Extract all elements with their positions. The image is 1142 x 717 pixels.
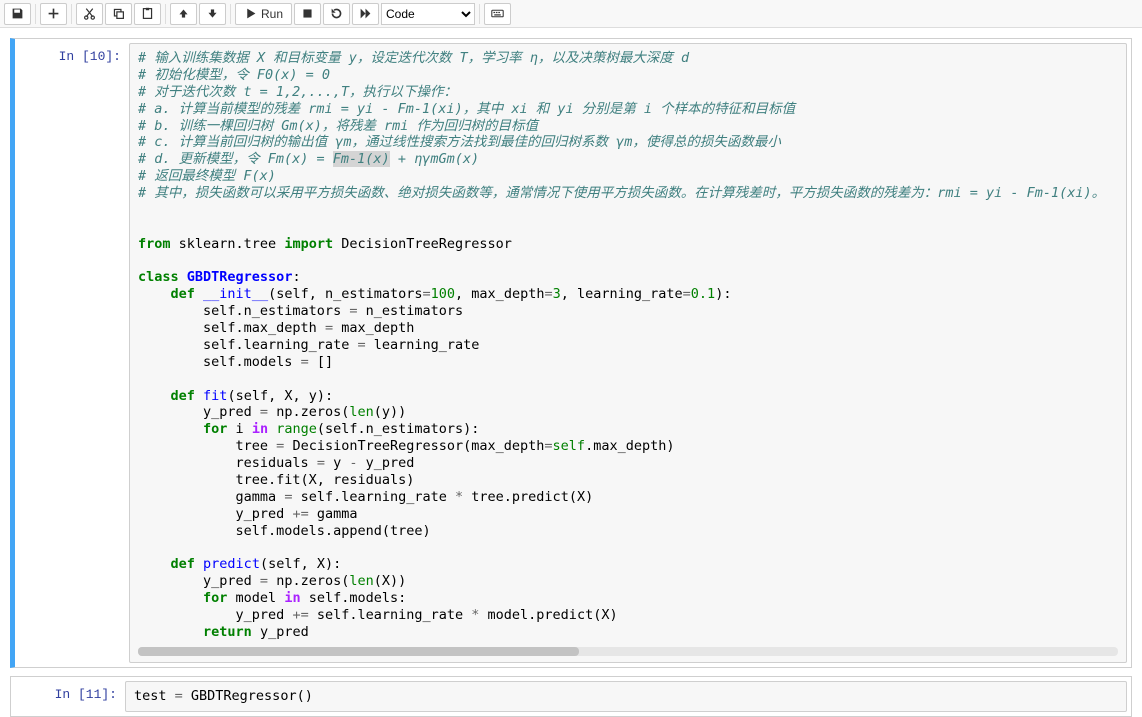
add-cell-button[interactable] xyxy=(40,3,67,25)
move-down-button[interactable] xyxy=(199,3,226,25)
input-prompt: In [10]: xyxy=(19,43,129,663)
interrupt-button[interactable] xyxy=(294,3,321,25)
separator xyxy=(35,4,36,24)
paste-button[interactable] xyxy=(134,3,161,25)
restart-button[interactable] xyxy=(323,3,350,25)
restart-run-all-button[interactable] xyxy=(352,3,379,25)
cut-button[interactable] xyxy=(76,3,103,25)
horizontal-scrollbar[interactable] xyxy=(138,647,1118,656)
separator xyxy=(230,4,231,24)
code-input-area[interactable]: test = GBDTRegressor() xyxy=(125,681,1127,712)
run-label: Run xyxy=(261,7,283,21)
move-up-button[interactable] xyxy=(170,3,197,25)
command-palette-button[interactable] xyxy=(484,3,511,25)
scrollbar-thumb[interactable] xyxy=(138,647,579,656)
separator xyxy=(71,4,72,24)
code-content[interactable]: # 输入训练集数据 X 和目标变量 y，设定迭代次数 T，学习率 η，以及决策树… xyxy=(138,50,1118,641)
cell-type-select[interactable]: Code xyxy=(381,3,475,25)
code-cell[interactable]: In [11]: test = GBDTRegressor() xyxy=(10,676,1132,717)
code-cell[interactable]: In [10]: # 输入训练集数据 X 和目标变量 y，设定迭代次数 T，学习… xyxy=(10,38,1132,668)
code-input-area[interactable]: # 输入训练集数据 X 和目标变量 y，设定迭代次数 T，学习率 η，以及决策树… xyxy=(129,43,1127,663)
notebook-area: In [10]: # 输入训练集数据 X 和目标变量 y，设定迭代次数 T，学习… xyxy=(0,28,1142,717)
separator xyxy=(479,4,480,24)
input-prompt: In [11]: xyxy=(15,681,125,712)
separator xyxy=(165,4,166,24)
toolbar: Run Code xyxy=(0,0,1142,28)
run-button[interactable]: Run xyxy=(235,3,292,25)
save-button[interactable] xyxy=(4,3,31,25)
code-content[interactable]: test = GBDTRegressor() xyxy=(134,688,1118,705)
copy-button[interactable] xyxy=(105,3,132,25)
